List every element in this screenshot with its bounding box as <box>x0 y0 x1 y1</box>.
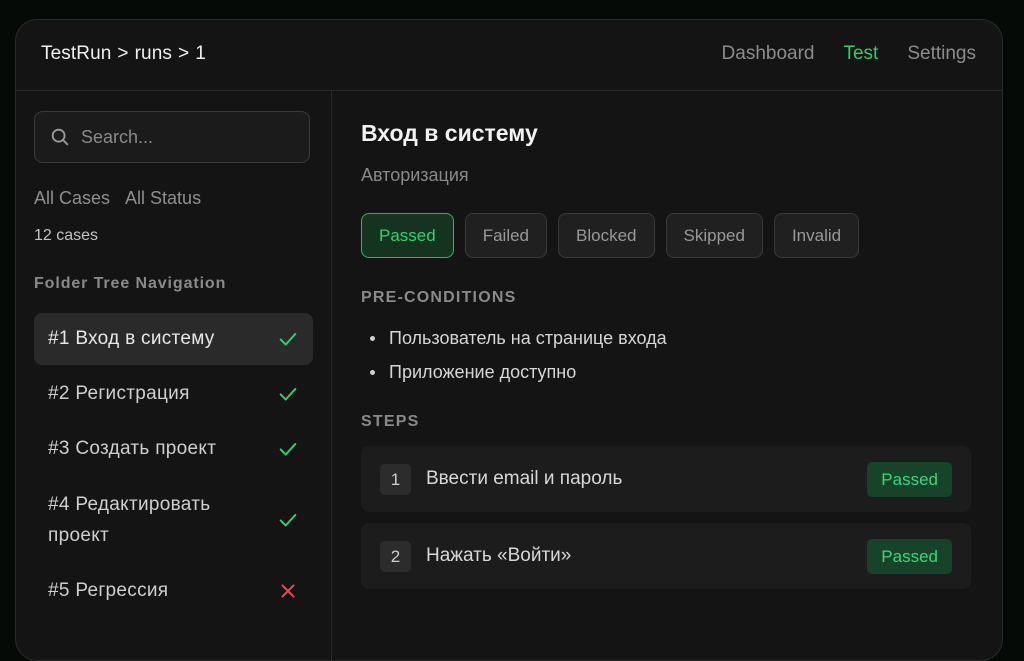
steps-heading: STEPS <box>361 413 420 430</box>
precondition-item: Приложение доступно <box>361 361 667 395</box>
status-passed-button[interactable]: Passed <box>361 213 454 258</box>
status-invalid-button[interactable]: Invalid <box>773 213 860 258</box>
sidebar: All Cases All Status 12 cases Folder Tre… <box>16 91 332 660</box>
tree-item-4[interactable]: #4 Редактировать проект <box>34 478 313 562</box>
status-failed-button[interactable]: Failed <box>464 213 548 258</box>
status-blocked-button[interactable]: Blocked <box>558 213 655 258</box>
search-icon <box>51 128 69 146</box>
breadcrumb-run-id: 1 <box>195 43 206 64</box>
preconditions-heading: PRE-CONDITIONS <box>361 289 517 306</box>
check-icon <box>279 442 297 456</box>
status-selector: Passed Failed Blocked Skipped Invalid <box>361 213 860 258</box>
check-icon <box>279 332 297 346</box>
check-icon <box>279 513 297 527</box>
check-icon <box>279 387 297 401</box>
step-text: Ввести email и пароль <box>426 468 623 489</box>
search-input[interactable] <box>81 112 301 162</box>
tree-item-label: #1 Вход в систему <box>48 328 215 349</box>
status-skipped-button[interactable]: Skipped <box>665 213 763 258</box>
case-section: Авторизация <box>361 165 469 185</box>
app-window: TestRun>runs>1 Dashboard Test Settings A… <box>15 19 1003 661</box>
tree-item-label: #2 Регистрация <box>48 383 190 404</box>
filter-all-cases[interactable]: All Cases <box>34 188 110 209</box>
step-text: Нажать «Войти» <box>426 545 572 566</box>
folder-tree-title: Folder Tree Navigation <box>34 275 227 292</box>
top-bar: TestRun > runs >1 Dashboard Test Settings <box>16 20 1002 91</box>
step-row: 2 Нажать «Войти» Passed <box>361 523 971 589</box>
step-number: 2 <box>380 541 411 572</box>
breadcrumb-project[interactable]: TestRun <box>41 43 111 64</box>
breadcrumb: TestRun > runs >1 <box>41 43 206 65</box>
case-count: 12 cases <box>34 227 99 244</box>
step-status-badge[interactable]: Passed <box>867 462 952 497</box>
nav-dashboard[interactable]: Dashboard <box>722 43 815 65</box>
tree-item-5[interactable]: #5 Регрессия <box>34 565 313 617</box>
cross-icon <box>281 584 295 598</box>
tree-item-label: #5 Регрессия <box>48 580 169 601</box>
step-status-badge[interactable]: Passed <box>867 539 952 574</box>
search-box[interactable] <box>34 111 310 163</box>
tree-item-3[interactable]: #3 Создать проект <box>34 423 313 475</box>
filter-row: All Cases All Status <box>34 188 201 209</box>
step-number: 1 <box>380 464 411 495</box>
preconditions-list: Пользователь на странице входа Приложени… <box>361 327 667 395</box>
tree-item-label: #3 Создать проект <box>48 438 217 459</box>
breadcrumb-runs[interactable]: runs <box>135 43 172 64</box>
breadcrumb-separator: > <box>117 43 129 64</box>
nav-settings[interactable]: Settings <box>907 43 976 65</box>
nav-test[interactable]: Test <box>843 43 878 65</box>
step-row: 1 Ввести email и пароль Passed <box>361 446 971 512</box>
case-title: Вход в систему <box>361 120 538 146</box>
tree-item-2[interactable]: #2 Регистрация <box>34 368 313 420</box>
breadcrumb-separator: > <box>177 43 190 64</box>
filter-all-status[interactable]: All Status <box>125 188 201 209</box>
top-nav: Dashboard Test Settings <box>722 43 976 65</box>
tree-item-label: #4 Редактировать проект <box>48 494 211 546</box>
precondition-item: Пользователь на странице входа <box>361 327 667 361</box>
case-detail: Вход в систему Авторизация Passed Failed… <box>332 91 1002 660</box>
tree-item-1[interactable]: #1 Вход в систему <box>34 313 313 365</box>
